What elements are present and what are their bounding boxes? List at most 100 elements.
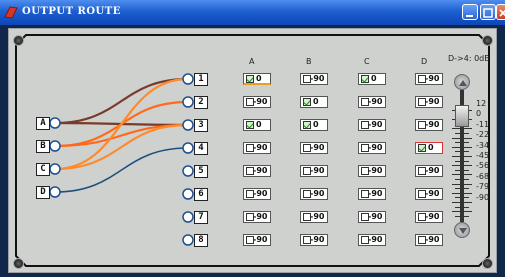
scale-tick [455, 215, 469, 217]
route-gain-value: -90 [425, 235, 440, 244]
output-3-port[interactable] [182, 119, 194, 131]
route-cell[interactable]: -90 [415, 119, 443, 131]
route-c-to-3 [54, 123, 189, 171]
gain-readout: D->4: 0dB [448, 54, 490, 63]
route-cell[interactable]: -90 [300, 142, 328, 154]
output-6-label: 6 [194, 188, 208, 201]
route-cell[interactable]: -90 [415, 165, 443, 177]
route-cell[interactable]: -90 [243, 211, 271, 223]
route-cell[interactable]: -90 [415, 73, 443, 85]
route-gain-value: -90 [253, 235, 268, 244]
scale-label: -45 [476, 151, 490, 160]
scale-label: -79 [476, 182, 490, 192]
output-5-port[interactable] [182, 165, 194, 177]
route-cell[interactable]: 0 [415, 142, 443, 154]
route-cell[interactable]: 0 [243, 119, 271, 131]
route-cell[interactable]: 0 [243, 73, 271, 85]
route-cell[interactable]: -90 [243, 96, 271, 108]
route-cell[interactable]: -90 [300, 234, 328, 246]
route-cell[interactable]: -90 [300, 211, 328, 223]
scale-tick [452, 211, 472, 213]
route-gain-value: -90 [310, 143, 325, 152]
app-window: OUTPUT ROUTE ABCD 12345678 A B C D 0 -90 0 -90-… [0, 0, 505, 277]
route-cell[interactable]: -90 [415, 96, 443, 108]
scale-label: -68 [476, 171, 490, 181]
route-gain-value: -90 [425, 120, 440, 129]
route-d-to-4 [54, 147, 189, 193]
route-gain-value: -90 [425, 212, 440, 221]
output-7-label: 7 [194, 211, 208, 224]
route-checkbox[interactable] [418, 144, 426, 152]
route-cell[interactable]: -90 [243, 234, 271, 246]
output-6-port[interactable] [182, 188, 194, 200]
route-checkbox[interactable] [303, 121, 311, 129]
route-cell[interactable]: -90 [415, 234, 443, 246]
scale-tick [455, 160, 469, 162]
route-cell[interactable]: 0 [300, 119, 328, 131]
input-c-port[interactable] [49, 163, 61, 175]
scale-tick [452, 128, 472, 130]
route-cell[interactable]: -90 [358, 165, 386, 177]
output-1-port[interactable] [182, 73, 194, 85]
route-cell[interactable]: -90 [358, 119, 386, 131]
output-2-port[interactable] [182, 96, 194, 108]
route-a-to-1 [54, 77, 189, 125]
route-cell[interactable]: -90 [243, 142, 271, 154]
scale-label: -90 [476, 192, 490, 202]
route-cell[interactable]: 0 [358, 73, 386, 85]
route-checkbox[interactable] [361, 75, 369, 83]
gain-slider-thumb[interactable] [455, 105, 469, 127]
route-gain-value: -90 [425, 166, 440, 175]
route-cell[interactable]: -90 [358, 96, 386, 108]
input-b-label: B [36, 140, 50, 153]
input-a-port[interactable] [49, 117, 61, 129]
scale-label: -22 [476, 130, 490, 140]
route-gain-value: -90 [368, 212, 383, 221]
scale-tick [455, 169, 469, 171]
route-gain-value: 0 [313, 120, 319, 129]
route-checkbox[interactable] [246, 121, 254, 129]
route-cell[interactable]: -90 [358, 142, 386, 154]
route-gain-value: 0 [428, 143, 434, 152]
input-d-port[interactable] [49, 186, 61, 198]
route-cell[interactable]: 0 [300, 96, 328, 108]
slider-down-button[interactable] [454, 222, 470, 238]
route-gain-value: -90 [310, 235, 325, 244]
route-cell[interactable]: -90 [300, 188, 328, 200]
route-cell[interactable]: -90 [300, 165, 328, 177]
scale-tick [452, 137, 472, 139]
route-gain-value: -90 [310, 212, 325, 221]
route-gain-value: -90 [310, 189, 325, 198]
route-checkbox[interactable] [246, 75, 254, 83]
output-4-label: 4 [194, 142, 208, 155]
route-gain-value: -90 [368, 97, 383, 106]
column-header-c: C [364, 57, 370, 66]
route-gain-value: -90 [253, 166, 268, 175]
route-gain-value: -90 [425, 74, 440, 83]
scale-tick [455, 188, 469, 190]
route-cell[interactable]: -90 [358, 188, 386, 200]
route-gain-value: -90 [425, 97, 440, 106]
route-cell[interactable]: -90 [243, 188, 271, 200]
output-8-port[interactable] [182, 234, 194, 246]
route-cell[interactable]: -90 [358, 211, 386, 223]
scale-tick [452, 156, 472, 157]
scale-tick [455, 142, 469, 144]
route-cell[interactable]: -90 [415, 211, 443, 223]
route-gain-value: 0 [256, 120, 262, 129]
route-cell[interactable]: -90 [243, 165, 271, 177]
scale-tick [455, 151, 469, 153]
route-cell[interactable]: -90 [300, 73, 328, 85]
output-7-port[interactable] [182, 211, 194, 223]
slider-up-button[interactable] [454, 74, 470, 90]
route-checkbox[interactable] [303, 98, 311, 106]
route-cell[interactable]: -90 [415, 188, 443, 200]
route-cell[interactable]: -90 [358, 234, 386, 246]
output-1-label: 1 [194, 73, 208, 86]
output-2-label: 2 [194, 96, 208, 109]
route-gain-value: -90 [253, 97, 268, 106]
input-b-port[interactable] [49, 140, 61, 152]
input-a-label: A [36, 117, 50, 130]
route-gain-value: -90 [310, 166, 325, 175]
output-4-port[interactable] [182, 142, 194, 154]
